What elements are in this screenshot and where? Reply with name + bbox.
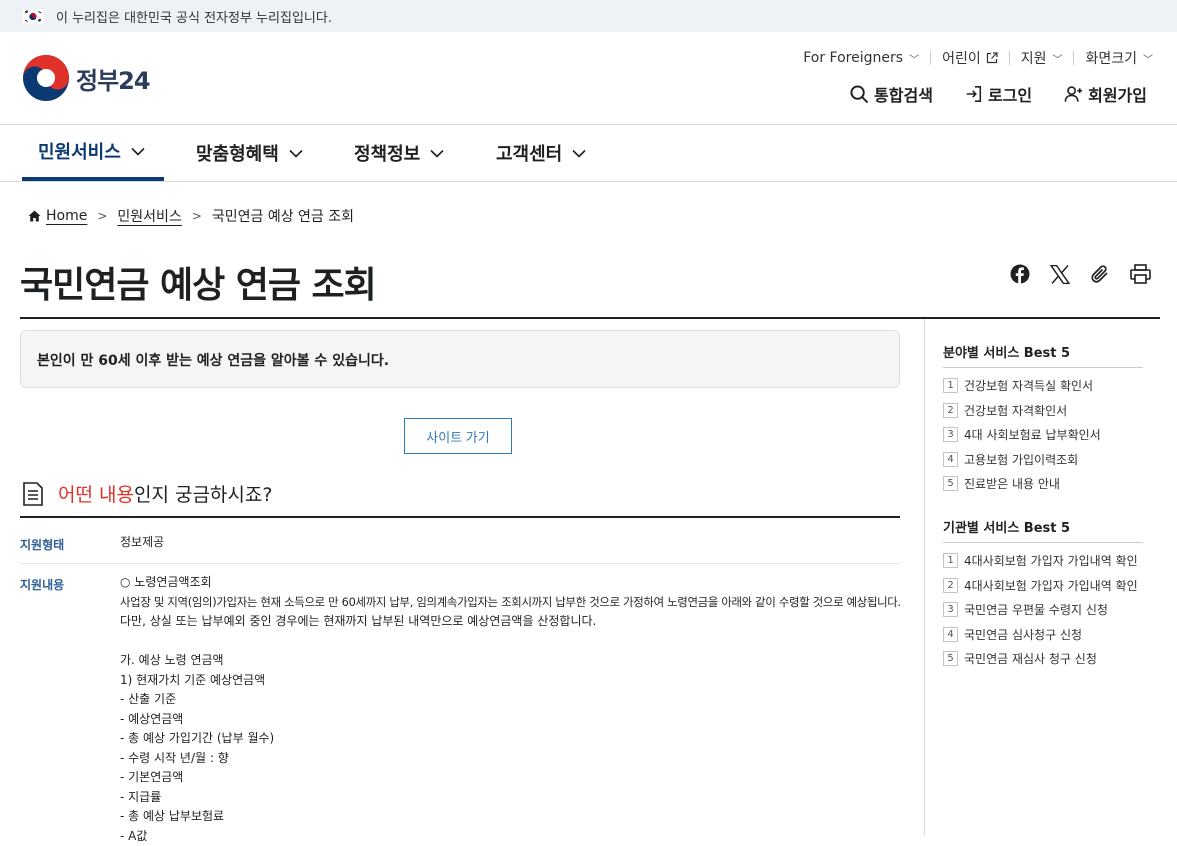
content-line: 사업장 및 지역(임의)가입자는 현재 소득으로 만 60세까지 납부, 임의계…	[120, 593, 910, 613]
content-line: - 지급률	[120, 788, 910, 808]
service-summary: 본인이 만 60세 이후 받는 예상 연금을 알아볼 수 있습니다.	[20, 330, 900, 388]
summary-text: 본인이 만 60세 이후 받는 예상 연금을 알아볼 수 있습니다.	[37, 353, 389, 369]
chevron-down-icon: ﹀	[909, 51, 919, 66]
best-field-item[interactable]: 2건강보험 자격확인서	[943, 402, 1143, 419]
best-field-item[interactable]: 34대 사회보험료 납부확인서	[943, 426, 1143, 443]
best-org-item[interactable]: 3국민연금 우편물 수령지 신청	[943, 601, 1143, 618]
breadcrumb-home[interactable]: Home	[46, 208, 87, 224]
home-icon	[28, 210, 41, 222]
support-content-label: 지원내용	[20, 576, 64, 593]
taegeuk-logo-icon	[22, 54, 70, 102]
chevron-right-icon: >	[192, 209, 202, 223]
chevron-right-icon: >	[97, 209, 107, 223]
section-heading-rest: 인지 궁금하시죠?	[134, 480, 273, 507]
content-line: - 산출 기준	[120, 690, 910, 710]
chevron-down-icon	[572, 149, 586, 158]
nav-custom-benefits[interactable]: 맞춤형혜택	[196, 125, 303, 181]
content-line: 가. 예상 노령 연금액	[120, 651, 910, 671]
breadcrumb-civil-service[interactable]: 민원서비스	[117, 206, 181, 226]
content-line: - 기본연금액	[120, 768, 910, 788]
login-button[interactable]: 로그인	[965, 82, 1032, 106]
breadcrumb-current: 국민연금 예상 연금 조회	[212, 206, 354, 226]
site-logo[interactable]: 정부24	[22, 54, 150, 102]
global-nav: 민원서비스 맞춤형혜택 정책정보 고객센터	[0, 125, 1177, 182]
content-line: - 수령 시작 년/월 : 향	[120, 749, 910, 769]
best-field-item[interactable]: 4고용보험 가입이력조회	[943, 451, 1143, 468]
chevron-down-icon	[131, 147, 145, 156]
support-menu[interactable]: 지원 ﹀	[1010, 48, 1074, 68]
best-org-item[interactable]: 4국민연금 심사청구 신청	[943, 626, 1143, 643]
search-button[interactable]: 통합검색	[850, 82, 933, 106]
content-line: 다만, 상실 또는 납부예외 중인 경우에는 현재까지 납부된 내역만으로 예상…	[120, 612, 910, 632]
support-type-value: 정보제공	[120, 533, 164, 553]
search-icon	[850, 85, 869, 104]
korean-flag-icon	[22, 9, 44, 24]
main-utility: 통합검색 로그인 회원가입	[818, 82, 1147, 106]
content-line: - 예상연금액	[120, 710, 910, 730]
chevron-down-icon: ﹀	[1143, 51, 1153, 66]
document-icon	[22, 482, 44, 506]
add-user-icon	[1064, 85, 1083, 103]
best-org-title: 기관별 서비스 Best 5	[943, 517, 1070, 536]
best-org-item[interactable]: 5국민연금 재심사 청구 신청	[943, 650, 1143, 667]
section-heading-highlight: 어떤 내용	[58, 480, 134, 507]
section-divider	[20, 516, 900, 518]
title-divider	[20, 317, 1160, 319]
breadcrumb: Home > 민원서비스 > 국민연금 예상 연금 조회	[28, 206, 354, 226]
utility-links: For Foreigners ﹀ 어린이 지원 ﹀ 화면크기 ﹀	[792, 48, 1153, 68]
site-header: 정부24 For Foreigners ﹀ 어린이 지원 ﹀ 화면크기 ﹀ 통합…	[0, 32, 1177, 125]
content-line	[120, 632, 910, 652]
kids-link[interactable]: 어린이	[931, 48, 1009, 68]
support-type-label: 지원형태	[20, 536, 64, 553]
content-line: - 총 예상 가입기간 (납부 월수)	[120, 729, 910, 749]
best-org-item[interactable]: 24대사회보험 가입자 가입내역 확인	[943, 577, 1143, 594]
paperclip-icon[interactable]	[1090, 264, 1110, 284]
chevron-down-icon	[430, 149, 444, 158]
x-twitter-icon[interactable]	[1050, 265, 1070, 284]
chevron-down-icon	[289, 149, 303, 158]
best-field-title: 분야별 서비스 Best 5	[943, 342, 1070, 361]
gov-banner-text: 이 누리집은 대한민국 공식 전자정부 누리집입니다.	[56, 7, 332, 26]
nav-customer-center[interactable]: 고객센터	[496, 125, 586, 181]
content-line: - A값	[120, 827, 910, 846]
page-title: 국민연금 예상 연금 조회	[20, 256, 376, 308]
facebook-icon[interactable]	[1010, 264, 1030, 284]
content-line: ○ 노령연금액조회	[120, 573, 910, 593]
external-link-icon	[986, 52, 998, 64]
gov-banner: 이 누리집은 대한민국 공식 전자정부 누리집입니다.	[0, 0, 1177, 32]
font-size-menu[interactable]: 화면크기 ﹀	[1074, 48, 1153, 68]
sidebar-rule	[943, 542, 1143, 543]
best-field-item[interactable]: 5진료받은 내용 안내	[943, 475, 1143, 492]
print-icon[interactable]	[1130, 264, 1151, 284]
go-to-site-button[interactable]: 사이트 가기	[404, 418, 512, 454]
sidebar-divider	[924, 319, 925, 835]
login-icon	[965, 85, 983, 103]
sidebar-rule	[943, 367, 1143, 368]
share-tools	[990, 264, 1151, 284]
nav-policy-info[interactable]: 정책정보	[354, 125, 444, 181]
row-divider	[20, 563, 900, 564]
for-foreigners-link[interactable]: For Foreigners ﹀	[792, 50, 930, 66]
best-field-item[interactable]: 1건강보험 자격득실 확인서	[943, 377, 1143, 394]
content-line: 1) 현재가치 기준 예상연금액	[120, 671, 910, 691]
chevron-down-icon: ﹀	[1052, 51, 1062, 66]
section-heading: 어떤 내용 인지 궁금하시죠?	[22, 480, 272, 507]
content-line: - 총 예상 납부보험료	[120, 807, 910, 827]
best-org-item[interactable]: 14대사회보험 가입자 가입내역 확인	[943, 552, 1143, 569]
signup-button[interactable]: 회원가입	[1064, 82, 1147, 106]
logo-text: 정부24	[76, 61, 150, 96]
nav-civil-service[interactable]: 민원서비스	[22, 125, 164, 181]
support-content-value: ○ 노령연금액조회 사업장 및 지역(임의)가입자는 현재 소득으로 만 60세…	[120, 573, 910, 846]
